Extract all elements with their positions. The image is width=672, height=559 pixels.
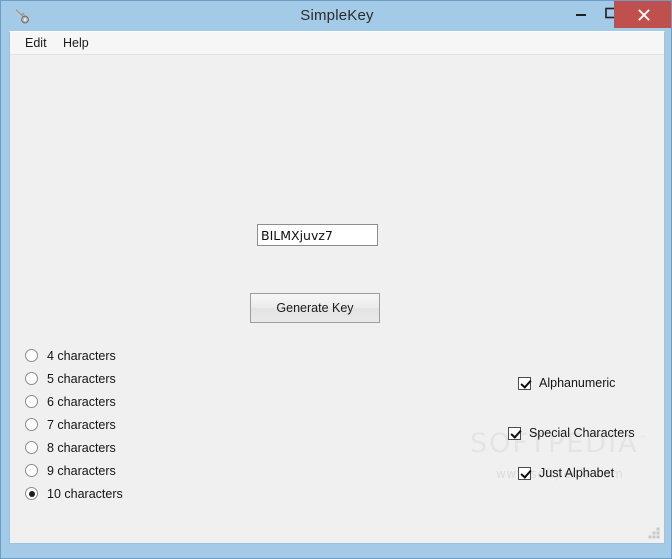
checkbox-indicator — [508, 426, 521, 440]
radio-label: 7 characters — [47, 417, 116, 432]
radio-label: 8 characters — [47, 440, 116, 455]
menu-bar: Edit Help — [10, 32, 664, 55]
radio-indicator — [25, 395, 38, 408]
radio-option-9-characters[interactable]: 9 characters — [25, 459, 205, 482]
menu-item-edit[interactable]: Edit — [18, 32, 54, 54]
radio-label: 10 characters — [47, 486, 123, 501]
radio-option-10-characters[interactable]: 10 characters — [25, 482, 205, 505]
resize-grip-icon[interactable] — [648, 527, 661, 540]
radio-option-7-characters[interactable]: 7 characters — [25, 413, 205, 436]
generate-key-button[interactable]: Generate Key — [250, 293, 380, 323]
radio-indicator — [25, 487, 38, 500]
radio-label: 6 characters — [47, 394, 116, 409]
close-icon — [637, 8, 650, 21]
radio-indicator — [25, 441, 38, 454]
checkbox-special-characters[interactable]: Special Characters — [508, 426, 635, 440]
radio-option-8-characters[interactable]: 8 characters — [25, 436, 205, 459]
radio-option-5-characters[interactable]: 5 characters — [25, 367, 205, 390]
radio-indicator — [25, 372, 38, 385]
radio-label: 9 characters — [47, 463, 116, 478]
radio-indicator — [25, 464, 38, 477]
radio-indicator — [25, 349, 38, 362]
checkbox-just-alphabet[interactable]: Just Alphabet — [518, 466, 614, 480]
minimize-icon — [576, 14, 586, 16]
radio-indicator — [25, 418, 38, 431]
radio-label: 4 characters — [47, 348, 116, 363]
client-area: Edit Help Generate Key 4 characters 5 ch… — [9, 31, 665, 544]
menu-item-help[interactable]: Help — [56, 32, 96, 54]
radio-option-6-characters[interactable]: 6 characters — [25, 390, 205, 413]
checkbox-label: Alphanumeric — [539, 376, 616, 390]
title-bar[interactable]: SimpleKey — [1, 1, 671, 31]
generated-key-input[interactable] — [257, 224, 378, 246]
application-window: SimpleKey Edit Help Generate Key — [0, 0, 672, 559]
watermark-trademark: ™ — [638, 435, 648, 445]
checkbox-alphanumeric[interactable]: Alphanumeric — [518, 376, 615, 390]
close-button[interactable] — [614, 1, 671, 28]
minimize-button[interactable] — [567, 2, 595, 24]
key-length-radio-group: 4 characters 5 characters 6 characters 7… — [25, 344, 205, 505]
radio-label: 5 characters — [47, 371, 116, 386]
checkbox-indicator — [518, 376, 531, 390]
checkbox-label: Just Alphabet — [539, 466, 615, 480]
checkbox-indicator — [518, 466, 531, 480]
radio-option-4-characters[interactable]: 4 characters — [25, 344, 205, 367]
checkbox-label: Special Characters — [529, 426, 635, 440]
